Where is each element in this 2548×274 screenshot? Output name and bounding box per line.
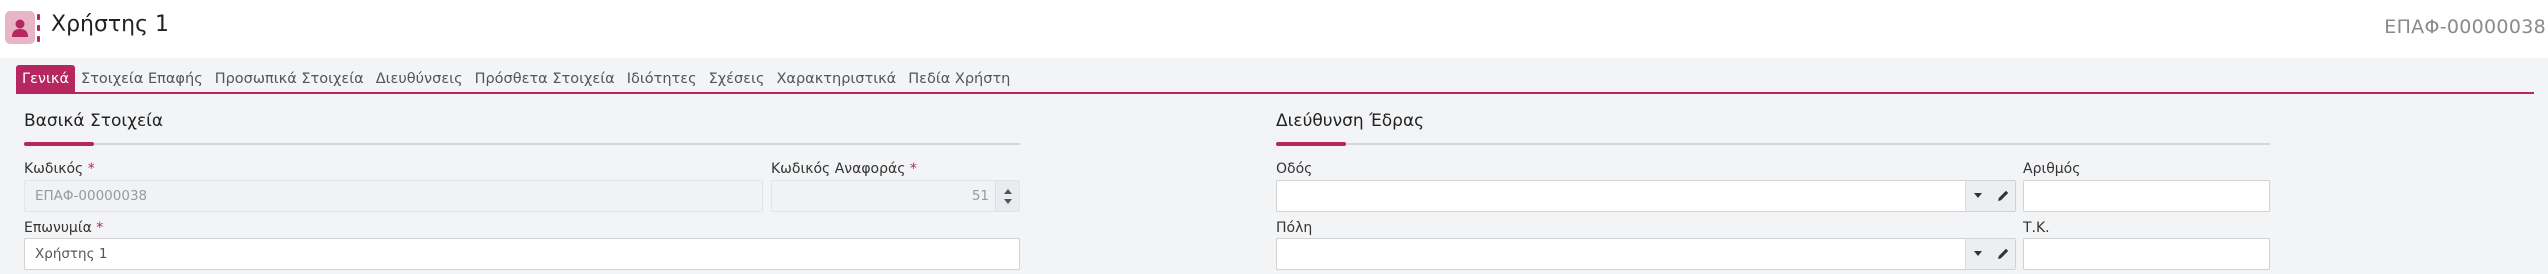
number-input[interactable]	[2023, 180, 2270, 212]
edit-pencil-icon[interactable]	[1991, 239, 2016, 269]
tab-personal-details[interactable]: Προσωπικά Στοιχεία	[209, 65, 370, 92]
name-label: Επωνυμία *	[24, 220, 104, 236]
edit-pencil-icon[interactable]	[1991, 181, 2016, 211]
spin-up-icon	[1003, 188, 1012, 194]
tab-properties[interactable]: Ιδιότητες	[621, 65, 703, 92]
tab-additional-details[interactable]: Πρόσθετα Στοιχεία	[469, 65, 621, 92]
section-title-address: Διεύθυνση Έδρας	[1276, 111, 1425, 131]
dropdown-arrow-icon[interactable]	[1966, 239, 1991, 269]
record-code: ΕΠΑΦ-00000038	[2384, 16, 2546, 38]
kebab-menu-icon[interactable]	[36, 14, 40, 42]
tab-underline	[16, 92, 2534, 94]
tab-addresses[interactable]: Διευθύνσεις	[370, 65, 469, 92]
section-title-basic: Βασικά Στοιχεία	[24, 111, 164, 131]
street-label: Οδός	[1276, 161, 1313, 177]
code-label: Κωδικός *	[24, 161, 95, 177]
code-field: ΕΠΑΦ-00000038	[24, 180, 763, 212]
section-divider-address	[1276, 142, 2270, 146]
tab-bar: Γενικά Στοιχεία Επαφής Προσωπικά Στοιχεί…	[16, 65, 1016, 92]
record-header: Χρήστης 1 ΕΠΑΦ-00000038	[0, 0, 2548, 58]
street-combobox[interactable]	[1276, 180, 2016, 212]
zip-label: Τ.Κ.	[2023, 220, 2050, 236]
number-label: Αριθμός	[2023, 161, 2081, 177]
tab-user-fields[interactable]: Πεδία Χρήστη	[902, 65, 1016, 92]
spinner-buttons[interactable]	[995, 181, 1019, 211]
ref-code-stepper[interactable]: 51	[771, 180, 1020, 212]
city-label: Πόλη	[1276, 220, 1313, 236]
city-combobox[interactable]	[1276, 238, 2016, 270]
page-title: Χρήστης 1	[51, 12, 170, 37]
zip-input[interactable]	[2023, 238, 2270, 270]
tab-relations[interactable]: Σχέσεις	[703, 65, 771, 92]
dropdown-arrow-icon[interactable]	[1966, 181, 1991, 211]
tab-contact-details[interactable]: Στοιχεία Επαφής	[75, 65, 209, 92]
spin-down-icon	[1003, 198, 1012, 204]
user-icon	[5, 11, 35, 44]
ref-code-label: Κωδικός Αναφοράς *	[771, 161, 917, 177]
name-input[interactable]: Χρήστης 1	[24, 238, 1020, 270]
tab-general[interactable]: Γενικά	[16, 65, 76, 92]
section-divider-basic	[24, 142, 1020, 146]
tab-characteristics[interactable]: Χαρακτηριστικά	[770, 65, 902, 92]
